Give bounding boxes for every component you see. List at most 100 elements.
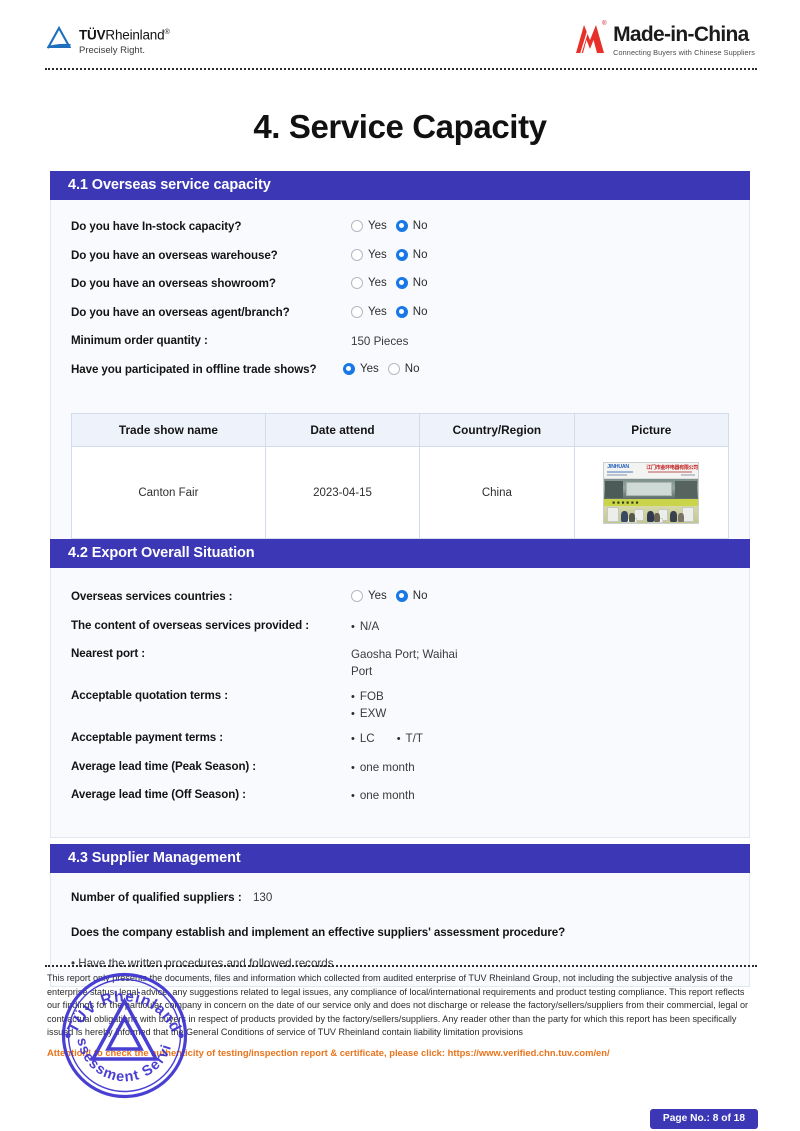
qualified-suppliers-value: 130 (252, 891, 273, 904)
radio-no-label: No (412, 590, 428, 602)
radio-yes-icon[interactable] (351, 248, 363, 261)
cell-country-region: China (419, 446, 575, 539)
radio-option-no[interactable]: No (395, 248, 427, 261)
footer-divider (45, 965, 757, 967)
bullet-item: • LC (351, 731, 375, 748)
mic-registered-icon: ® (602, 21, 607, 27)
cell-picture: JINHUAN 江门市金环电器有限公司 ■ ■ ■ ■ ■ ■ (573, 446, 730, 539)
bullet-text: LC (359, 732, 375, 745)
bullet-dot-icon: • (71, 957, 76, 970)
radio-no-icon[interactable] (395, 590, 408, 602)
table-header-row: Trade show name Date attend Country/Regi… (71, 413, 730, 447)
question-label: Do you have an overseas warehouse? (71, 248, 278, 262)
lead-time-off-values: • one month (351, 788, 415, 805)
radio-yes-icon[interactable] (351, 277, 363, 289)
bullet-dot-icon: • (351, 707, 355, 720)
tuv-rheinland-logo: TÜVRheinland® Precisely Right. (45, 26, 170, 56)
radio-group-trade-shows[interactable]: Yes No (343, 362, 420, 375)
radio-no-icon[interactable] (395, 220, 408, 232)
lead-time-peak-values: • one month (351, 760, 415, 777)
bullet-item: • one month (351, 788, 415, 805)
radio-option-no[interactable]: No (395, 305, 427, 318)
tuv-registered-icon: ® (164, 27, 170, 36)
nearest-port-value: Gaosha Port; Waihai Port (351, 647, 458, 681)
payment-terms-label: Acceptable payment terms : (71, 731, 224, 744)
radio-no-icon[interactable] (395, 248, 408, 261)
section-4-1: 4.1 Overseas service capacity Do you hav… (50, 171, 750, 562)
question-row-showroom: Do you have an overseas showroom? Yes No (71, 277, 749, 306)
booth-wall-left (605, 480, 624, 498)
field-row-minimum-order-quantity: Minimum order quantity : 150 Pieces (71, 334, 749, 363)
radio-no-label: No (404, 362, 420, 375)
radio-no-label: No (412, 277, 428, 289)
column-header-picture: Picture (573, 413, 730, 447)
radio-option-no[interactable]: No (395, 220, 427, 232)
moq-label: Minimum order quantity : (71, 334, 208, 347)
column-header-trade-show-name: Trade show name (71, 413, 266, 447)
booth-product-unit (682, 506, 695, 522)
radio-option-yes[interactable]: Yes (351, 220, 387, 232)
section-4-1-heading: 4.1 Overseas service capacity (50, 171, 750, 200)
booth-visitor (654, 512, 661, 522)
tuv-triangle-icon (46, 26, 72, 49)
bullet-item: • T/T (397, 731, 423, 748)
field-row-lead-time-peak: Average lead time (Peak Season) : • one … (71, 760, 749, 789)
bullet-text: T/T (405, 732, 423, 745)
radio-option-yes[interactable]: Yes (351, 590, 387, 602)
radio-option-yes[interactable]: Yes (351, 305, 387, 318)
radio-option-no[interactable]: No (395, 277, 428, 289)
trade-show-table: Trade show name Date attend Country/Regi… (71, 413, 730, 539)
footer-disclaimer: This report only presents the documents,… (47, 973, 749, 1038)
page-header: TÜVRheinland® Precisely Right. ® Made-in… (45, 21, 755, 68)
radio-yes-icon[interactable] (351, 220, 363, 232)
question-row-warehouse: Do you have an overseas warehouse? Yes N… (71, 248, 749, 278)
radio-group-overseas-countries[interactable]: Yes No (351, 590, 427, 602)
bullet-text: one month (359, 789, 415, 802)
question-row-instock: Do you have In-stock capacity? Yes No (71, 220, 749, 249)
radio-option-yes[interactable]: Yes (351, 277, 387, 289)
bullet-dot-icon: • (351, 620, 355, 633)
trade-show-question-label: Have you participated in offline trade s… (71, 362, 317, 376)
quotation-terms-label: Acceptable quotation terms : (71, 689, 228, 702)
nearest-port-line-2: Port (351, 664, 373, 678)
radio-option-yes[interactable]: Yes (351, 248, 387, 261)
quotation-terms-values: • FOB • EXW (351, 689, 386, 723)
radio-yes-icon[interactable] (343, 362, 355, 375)
radio-group-instock[interactable]: Yes No (351, 220, 427, 232)
overseas-content-values: • N/A (351, 619, 379, 636)
bullet-text: Have the written procedures and followed… (78, 957, 334, 970)
radio-yes-icon[interactable] (351, 590, 363, 602)
bullet-item: • FOB (351, 689, 386, 706)
field-row-overseas-content: The content of overseas services provide… (71, 619, 749, 648)
lead-time-off-label: Average lead time (Off Season) : (71, 788, 246, 801)
radio-option-no[interactable]: No (395, 590, 428, 602)
radio-no-icon[interactable] (395, 277, 408, 289)
field-row-lead-time-off: Average lead time (Off Season) : • one m… (71, 788, 749, 817)
booth-banner-line (607, 474, 628, 476)
radio-yes-label: Yes (368, 590, 387, 602)
cell-trade-show-name: Canton Fair (71, 446, 266, 539)
radio-group-warehouse[interactable]: Yes No (351, 248, 427, 261)
column-header-date-attend: Date attend (264, 413, 421, 447)
radio-no-icon[interactable] (387, 362, 400, 375)
radio-option-yes[interactable]: Yes (343, 362, 379, 375)
moq-value: 150 Pieces (351, 335, 409, 348)
bullet-dot-icon: • (351, 790, 355, 802)
radio-yes-icon[interactable] (351, 305, 363, 318)
radio-group-showroom[interactable]: Yes No (351, 277, 427, 289)
section-4-2-field-list: Overseas services countries : Yes No The… (51, 568, 749, 837)
bullet-text: FOB (359, 690, 384, 703)
question-row-agent-branch: Do you have an overseas agent/branch? Ye… (71, 305, 749, 335)
mic-m-mark-icon (576, 25, 605, 54)
booth-visitor (670, 510, 678, 522)
radio-no-icon[interactable] (395, 305, 408, 318)
booth-visitor (621, 510, 629, 522)
column-header-country-region: Country/Region (419, 413, 575, 447)
made-in-china-logo: ® Made-in-China Connecting Buyers with C… (572, 21, 755, 57)
mic-logo-tagline: Connecting Buyers with Chinese Suppliers (613, 48, 755, 57)
field-row-overseas-countries: Overseas services countries : Yes No (71, 590, 749, 619)
radio-option-no[interactable]: No (387, 362, 420, 375)
radio-group-agent-branch[interactable]: Yes No (351, 305, 427, 318)
qualified-suppliers-label: Number of qualified suppliers : (71, 891, 242, 904)
booth-banner-line (607, 470, 634, 473)
